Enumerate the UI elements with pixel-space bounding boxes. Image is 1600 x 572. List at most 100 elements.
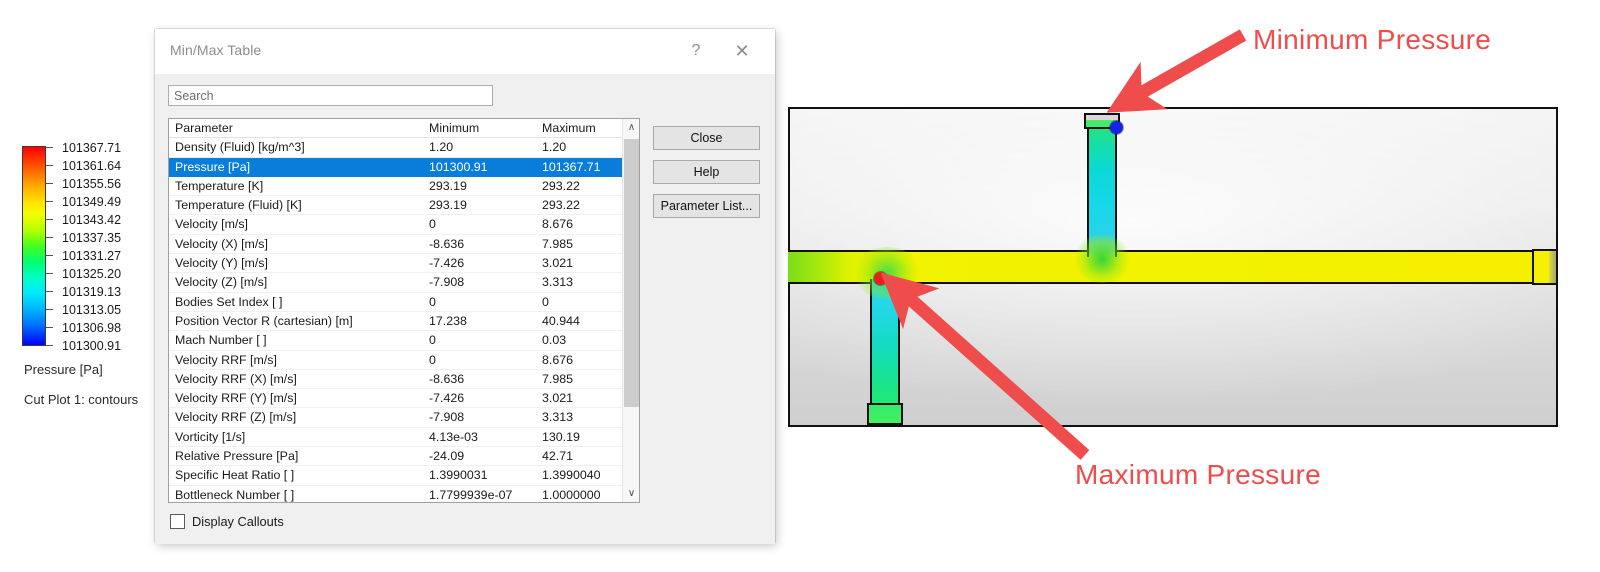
cut-plot-viewport[interactable] — [788, 107, 1558, 427]
parameter-name-cell: Velocity RRF (Y) [m/s] — [169, 388, 423, 409]
legend-tick — [46, 147, 53, 148]
parameter-name-cell: Bodies Set Index [ ] — [169, 292, 423, 312]
legend-tick — [46, 291, 53, 292]
minimum-value-cell: -7.426 — [423, 253, 536, 274]
minimum-value-cell: -7.908 — [423, 407, 536, 428]
table-row[interactable]: Velocity RRF (Z) [m/s] -7.908 3.313 — [169, 407, 639, 428]
legend-tick — [46, 237, 53, 238]
minimum-pressure-annotation-label: Minimum Pressure — [1253, 24, 1492, 55]
table-row[interactable]: Vorticity [1/s] 4.13e-03 130.19 — [169, 427, 639, 448]
table-row[interactable]: Position Vector R (cartesian) [m] 17.238 4… — [169, 311, 639, 332]
minimum-value-cell: 17.238 — [423, 311, 536, 332]
legend-color-bar — [22, 146, 46, 346]
legend-value: 101343.42 — [62, 213, 122, 227]
table-row[interactable]: Velocity [m/s] 0 8.676 — [169, 214, 639, 235]
legend-tick — [46, 219, 53, 220]
scroll-up-icon[interactable]: ∧ — [623, 119, 639, 136]
legend-scale: 101367.71 101361.64 101355.56 101349.49 1013… — [22, 142, 172, 352]
parameter-name-cell: Pressure [Pa] — [169, 157, 423, 177]
minimum-value-cell: -24.09 — [423, 446, 536, 467]
display-callouts-row[interactable]: Display Callouts — [170, 514, 284, 529]
legend-tick — [46, 345, 53, 346]
parameter-name-cell: Vorticity [1/s] — [169, 427, 423, 448]
close-icon[interactable]: ✕ — [727, 38, 757, 64]
pressure-legend: 101367.71 101361.64 101355.56 101349.49 1013… — [22, 142, 172, 407]
column-header[interactable]: Parameter — [169, 119, 423, 139]
legend-tick — [46, 255, 53, 256]
scrollbar-thumb[interactable] — [624, 139, 639, 407]
legend-value: 101349.49 — [62, 195, 122, 209]
dialog-title-bar: Min/Max Table ? ✕ — [155, 29, 775, 74]
table-row[interactable]: Velocity RRF [m/s] 0 8.676 — [169, 350, 639, 370]
help-question-icon[interactable]: ? — [681, 38, 711, 64]
legend-tick — [46, 201, 53, 202]
table-row[interactable]: Bottleneck Number [ ] 1.7799939e-07 1.0000… — [169, 485, 639, 502]
legend-tick — [46, 183, 53, 184]
legend-value: 101325.20 — [62, 267, 122, 281]
close-button[interactable]: Close — [653, 126, 760, 150]
maximum-pressure-annotation-label: Maximum Pressure — [1075, 459, 1321, 490]
minimum-value-cell: 0 — [423, 214, 536, 235]
minimum-value-cell: -8.636 — [423, 369, 536, 390]
table-row[interactable]: Velocity (Y) [m/s] -7.426 3.021 — [169, 253, 639, 274]
parameter-name-cell: Velocity RRF [m/s] — [169, 350, 423, 370]
help-button[interactable]: Help — [653, 160, 760, 184]
table-row[interactable]: Specific Heat Ratio [ ] 1.3990031 1.399004… — [169, 465, 639, 486]
parameter-name-cell: Velocity RRF (X) [m/s] — [169, 369, 423, 390]
minimum-value-cell: 293.19 — [423, 176, 536, 197]
legend-value: 101361.64 — [62, 159, 122, 173]
minimum-value-cell: 1.20 — [423, 137, 536, 158]
parameter-name-cell: Density (Fluid) [kg/m^3] — [169, 137, 423, 158]
table-row[interactable]: Velocity (Z) [m/s] -7.908 3.313 — [169, 272, 639, 293]
legend-tick — [46, 327, 53, 328]
display-callouts-label: Display Callouts — [192, 514, 284, 529]
legend-value: 101300.91 — [62, 339, 122, 353]
parameter-name-cell: Specific Heat Ratio [ ] — [169, 465, 423, 486]
minimum-value-cell: -7.426 — [423, 388, 536, 409]
legend-tick — [46, 273, 53, 274]
minimum-value-cell: 293.19 — [423, 195, 536, 216]
legend-tick-marks — [46, 146, 58, 346]
minimum-value-cell: 0 — [423, 330, 536, 351]
parameter-name-cell: Bottleneck Number [ ] — [169, 485, 423, 502]
display-callouts-checkbox[interactable] — [170, 514, 185, 529]
table-row[interactable]: Velocity RRF (Y) [m/s] -7.426 3.021 — [169, 388, 639, 409]
table-row[interactable]: Bodies Set Index [ ] 0 0 — [169, 292, 639, 312]
legend-tick — [46, 309, 53, 310]
table-row[interactable]: Relative Pressure [Pa] -24.09 42.71 — [169, 446, 639, 467]
parameter-name-cell: Velocity [m/s] — [169, 214, 423, 235]
table-row[interactable]: Pressure [Pa] 101300.91 101367.71 — [169, 157, 639, 177]
minimum-value-cell: 0 — [423, 350, 536, 370]
minimum-value-cell: -8.636 — [423, 234, 536, 255]
table-row[interactable]: Temperature [K] 293.19 293.22 — [169, 176, 639, 197]
dialog-body: ParameterMinimumMaximumDensity (Fluid) [… — [155, 74, 775, 544]
parameters-table: Parameter Minimum Maximum Density (Fluid) [… — [169, 119, 639, 502]
table-row[interactable]: Density (Fluid) [kg/m^3] 1.20 1.20 — [169, 137, 639, 158]
table-header-row: Parameter Minimum Maximum — [169, 119, 639, 139]
table-row[interactable]: Velocity (X) [m/s] -8.636 7.985 — [169, 234, 639, 255]
legend-subtitle: Cut Plot 1: contours — [24, 392, 139, 407]
table-row[interactable]: Temperature (Fluid) [K] 293.19 293.22 — [169, 195, 639, 216]
minimum-value-cell: 1.3990031 — [423, 465, 536, 486]
table-row[interactable]: Velocity RRF (X) [m/s] -8.636 7.985 — [169, 369, 639, 390]
horizontal-duct — [788, 250, 1558, 284]
table-scrollbar[interactable]: ∧ ∨ — [622, 119, 639, 502]
table-row[interactable]: Mach Number [ ] 0 0.03 — [169, 330, 639, 351]
outlet-cap-bottom-left — [867, 403, 903, 425]
legend-tick — [46, 165, 53, 166]
parameter-name-cell: Temperature [K] — [169, 176, 423, 197]
parameter-name-cell: Mach Number [ ] — [169, 330, 423, 351]
column-header[interactable]: Minimum — [423, 119, 536, 139]
parameter-name-cell: Velocity (Y) [m/s] — [169, 253, 423, 274]
minimum-pressure-marker — [1110, 121, 1123, 134]
minimum-value-cell: 101300.91 — [423, 157, 536, 177]
scroll-down-icon[interactable]: ∨ — [623, 485, 639, 502]
parameter-name-cell: Velocity (X) [m/s] — [169, 234, 423, 255]
search-input[interactable] — [168, 85, 493, 106]
parameters-table-container: Parameter Minimum Maximum Density (Fluid) [… — [168, 118, 640, 503]
legend-value: 101331.27 — [62, 249, 122, 263]
legend-title: Pressure [Pa] — [24, 362, 103, 377]
vertical-duct-top-right — [1087, 117, 1117, 257]
parameter-name-cell: Temperature (Fluid) [K] — [169, 195, 423, 216]
parameter-list-button[interactable]: Parameter List... — [653, 194, 760, 218]
